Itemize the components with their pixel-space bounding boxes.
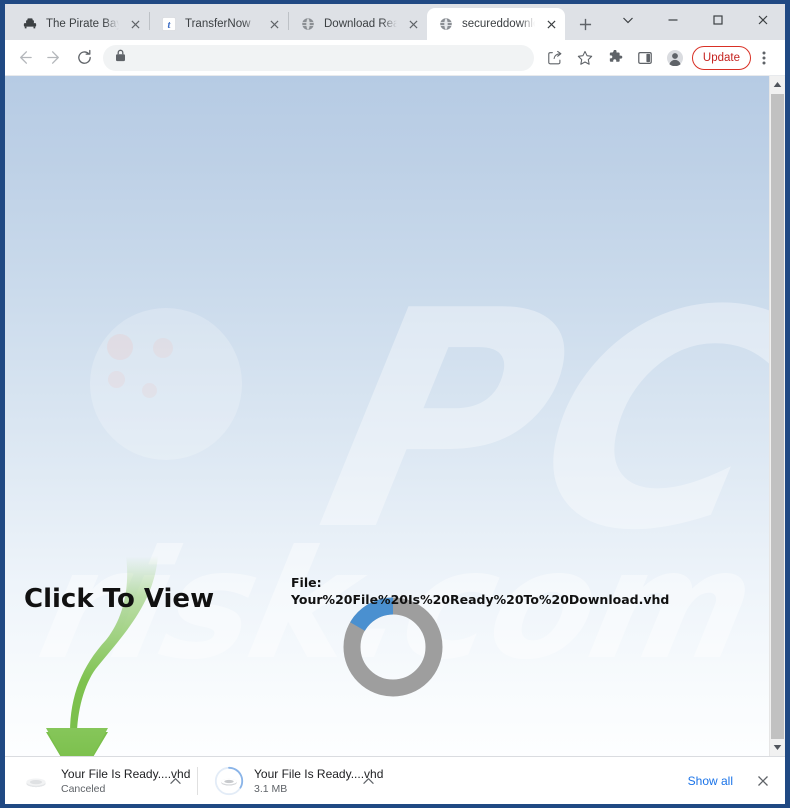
watermark-pc-text: PC — [298, 247, 769, 596]
page-content: PC risk.com Click To View File: Your%20F… — [5, 76, 769, 756]
page-scrollbar[interactable] — [769, 76, 785, 756]
scroll-down-arrow-icon[interactable] — [770, 739, 785, 756]
vhd-file-icon — [214, 766, 244, 796]
download-status: Canceled — [61, 782, 106, 795]
close-download-shelf-icon[interactable] — [749, 767, 777, 795]
lock-icon — [115, 49, 126, 67]
download-item[interactable]: Your File Is Ready....vhd 3.1 MB — [204, 761, 384, 801]
profile-avatar-icon[interactable] — [660, 43, 690, 73]
side-panel-icon[interactable] — [630, 43, 660, 73]
watermark-dot — [142, 383, 157, 398]
download-item[interactable]: Your File Is Ready....vhd Canceled — [11, 761, 191, 801]
file-label: File: — [291, 575, 322, 590]
tab-transfernow[interactable]: t TransferNow — [150, 8, 288, 40]
file-name: Your%20File%20Is%20Ready%20To%20Download… — [291, 592, 670, 607]
transfernow-icon: t — [161, 16, 177, 32]
page-viewport: PC risk.com Click To View File: Your%20F… — [5, 76, 785, 756]
share-icon[interactable] — [540, 43, 570, 73]
show-all-downloads-button[interactable]: Show all — [676, 767, 745, 795]
vhd-file-icon — [21, 766, 51, 796]
tab-close-icon[interactable] — [405, 16, 421, 32]
window-controls — [605, 4, 785, 40]
tab-title: TransferNow — [185, 18, 251, 30]
file-info-text: File: Your%20File%20Is%20Ready%20To%20Do… — [291, 574, 669, 608]
reload-arrow-icon[interactable] — [69, 43, 99, 73]
address-bar[interactable] — [103, 44, 534, 71]
globe-icon — [438, 16, 454, 32]
download-item-text: Your File Is Ready....vhd 3.1 MB — [254, 766, 384, 795]
download-separator — [197, 766, 198, 795]
scrollbar-thumb[interactable] — [771, 94, 784, 756]
browser-window: The Pirate Bay - T t TransferNow — [0, 0, 790, 808]
download-status: 3.1 MB — [254, 782, 288, 795]
download-menu-chevron-icon[interactable] — [163, 769, 187, 793]
loading-spinner — [339, 593, 447, 706]
tab-download-ready[interactable]: Download Ready — [289, 8, 427, 40]
download-file-name: Your File Is Ready....vhd — [61, 766, 191, 781]
tab-secureddownload[interactable]: secureddownload — [427, 8, 565, 40]
tab-close-icon[interactable] — [543, 16, 559, 32]
pirate-bay-icon — [22, 16, 38, 32]
tab-strip: The Pirate Bay - T t TransferNow — [5, 4, 785, 40]
puzzle-icon[interactable] — [600, 43, 630, 73]
minimize-button[interactable] — [650, 4, 695, 36]
scroll-up-arrow-icon[interactable] — [770, 76, 785, 93]
download-shelf: Your File Is Ready....vhd Canceled Your … — [5, 756, 785, 804]
download-file-name: Your File Is Ready....vhd — [254, 766, 384, 781]
update-button-label: Update — [702, 51, 740, 64]
tab-title: Download Ready — [324, 18, 397, 30]
tab-close-icon[interactable] — [266, 16, 282, 32]
show-all-label: Show all — [687, 773, 733, 788]
download-shelf-actions: Show all — [676, 767, 777, 795]
close-button[interactable] — [740, 4, 785, 36]
maximize-button[interactable] — [695, 4, 740, 36]
globe-icon — [300, 16, 316, 32]
watermark-dot — [153, 338, 173, 358]
tab-close-icon[interactable] — [127, 16, 143, 32]
watermark-dot — [107, 334, 133, 360]
tab-search-chevron-icon[interactable] — [605, 4, 650, 36]
download-item-text: Your File Is Ready....vhd Canceled — [61, 766, 191, 795]
tab-the-pirate-bay[interactable]: The Pirate Bay - T — [11, 8, 149, 40]
browser-toolbar: Update — [5, 40, 785, 76]
tab-title: The Pirate Bay - T — [46, 18, 119, 30]
forward-arrow-icon[interactable] — [39, 43, 69, 73]
three-dot-menu-icon[interactable] — [751, 43, 777, 73]
click-to-view-text: Click To View — [24, 584, 215, 614]
back-arrow-icon[interactable] — [9, 43, 39, 73]
update-button[interactable]: Update — [691, 45, 751, 70]
watermark-circle — [90, 308, 242, 460]
download-menu-chevron-icon[interactable] — [356, 769, 380, 793]
watermark-dot — [108, 371, 125, 388]
new-tab-button[interactable] — [571, 10, 599, 38]
tab-title: secureddownload — [462, 18, 535, 30]
star-icon[interactable] — [570, 43, 600, 73]
